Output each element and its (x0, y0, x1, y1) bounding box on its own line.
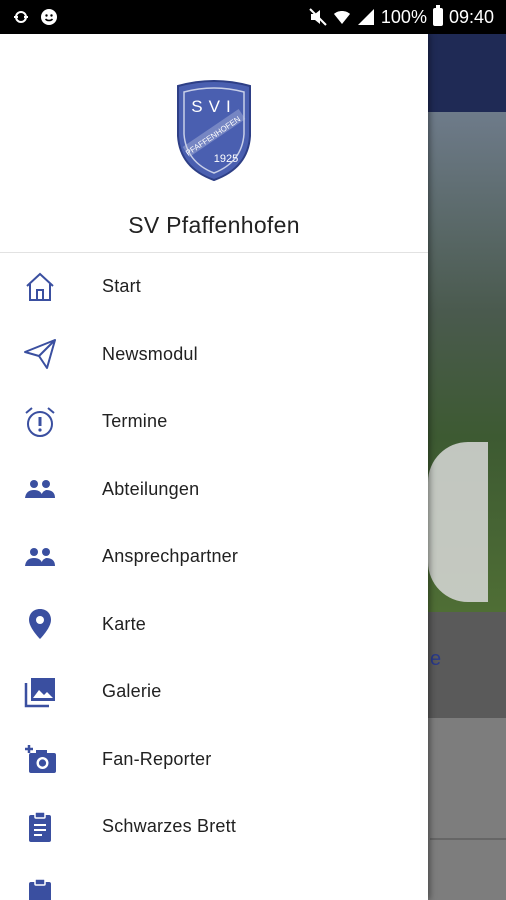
status-left (12, 8, 58, 26)
face-icon (41, 9, 57, 25)
clipboard-icon (22, 876, 58, 900)
clipboard-icon (22, 809, 58, 845)
sync-icon (14, 11, 28, 23)
battery-percent: 100% (380, 6, 427, 27)
menu-item-karte[interactable]: Karte (0, 591, 428, 659)
battery-icon (432, 5, 443, 26)
menu-item-schwarzes-brett[interactable]: Schwarzes Brett (0, 793, 428, 861)
people-icon (22, 471, 58, 507)
menu-item-label: Fan-Reporter (102, 748, 212, 769)
navigation-drawer: SVI PFAFFENHOFEN 1925 SV Pfaffenhofen St… (0, 34, 428, 900)
alarm-clock-icon (22, 404, 58, 440)
clock: 09:40 (448, 6, 494, 27)
menu-item-more[interactable] (0, 861, 428, 900)
menu-item-label: Abteilungen (102, 478, 200, 499)
add-photo-icon (22, 741, 58, 777)
svg-text:SVI: SVI (191, 97, 236, 116)
menu-item-label: Galerie (102, 681, 162, 702)
drawer-header: SVI PFAFFENHOFEN 1925 SV Pfaffenhofen (0, 34, 428, 253)
menu-item-galerie[interactable]: Galerie (0, 658, 428, 726)
send-icon (22, 336, 58, 372)
menu-item-abteilungen[interactable]: Abteilungen (0, 456, 428, 524)
menu-item-label: Karte (102, 613, 147, 634)
menu-item-termine[interactable]: Termine (0, 388, 428, 456)
background-peek-text: e (430, 648, 442, 670)
club-crest-logo: SVI PFAFFENHOFEN 1925 (177, 80, 251, 182)
menu-item-label: Newsmodul (102, 343, 198, 364)
svg-text:1925: 1925 (214, 153, 238, 165)
club-name: SV Pfaffenhofen (128, 212, 300, 238)
menu-item-newsmodul[interactable]: Newsmodul (0, 321, 428, 389)
gallery-icon (22, 674, 58, 710)
people-icon (22, 539, 58, 575)
menu-item-ansprechpartner[interactable]: Ansprechpartner (0, 523, 428, 591)
location-pin-icon (22, 606, 58, 642)
menu-item-start[interactable]: Start (0, 253, 428, 321)
menu-item-label: Start (102, 276, 142, 297)
signal-icon (357, 9, 374, 25)
menu-item-label: Schwarzes Brett (102, 816, 237, 837)
status-right: 100% 09:40 (309, 5, 494, 28)
drawer-menu: Start Newsmodul Termine Abteilungen Ansp… (0, 253, 428, 900)
wifi-icon (333, 11, 350, 24)
status-bar: 100% 09:40 (0, 0, 506, 34)
menu-item-fan-reporter[interactable]: Fan-Reporter (0, 726, 428, 794)
menu-item-label: Termine (102, 411, 168, 432)
home-icon (22, 269, 58, 305)
menu-item-label: Ansprechpartner (102, 546, 239, 567)
mute-icon (309, 8, 327, 26)
